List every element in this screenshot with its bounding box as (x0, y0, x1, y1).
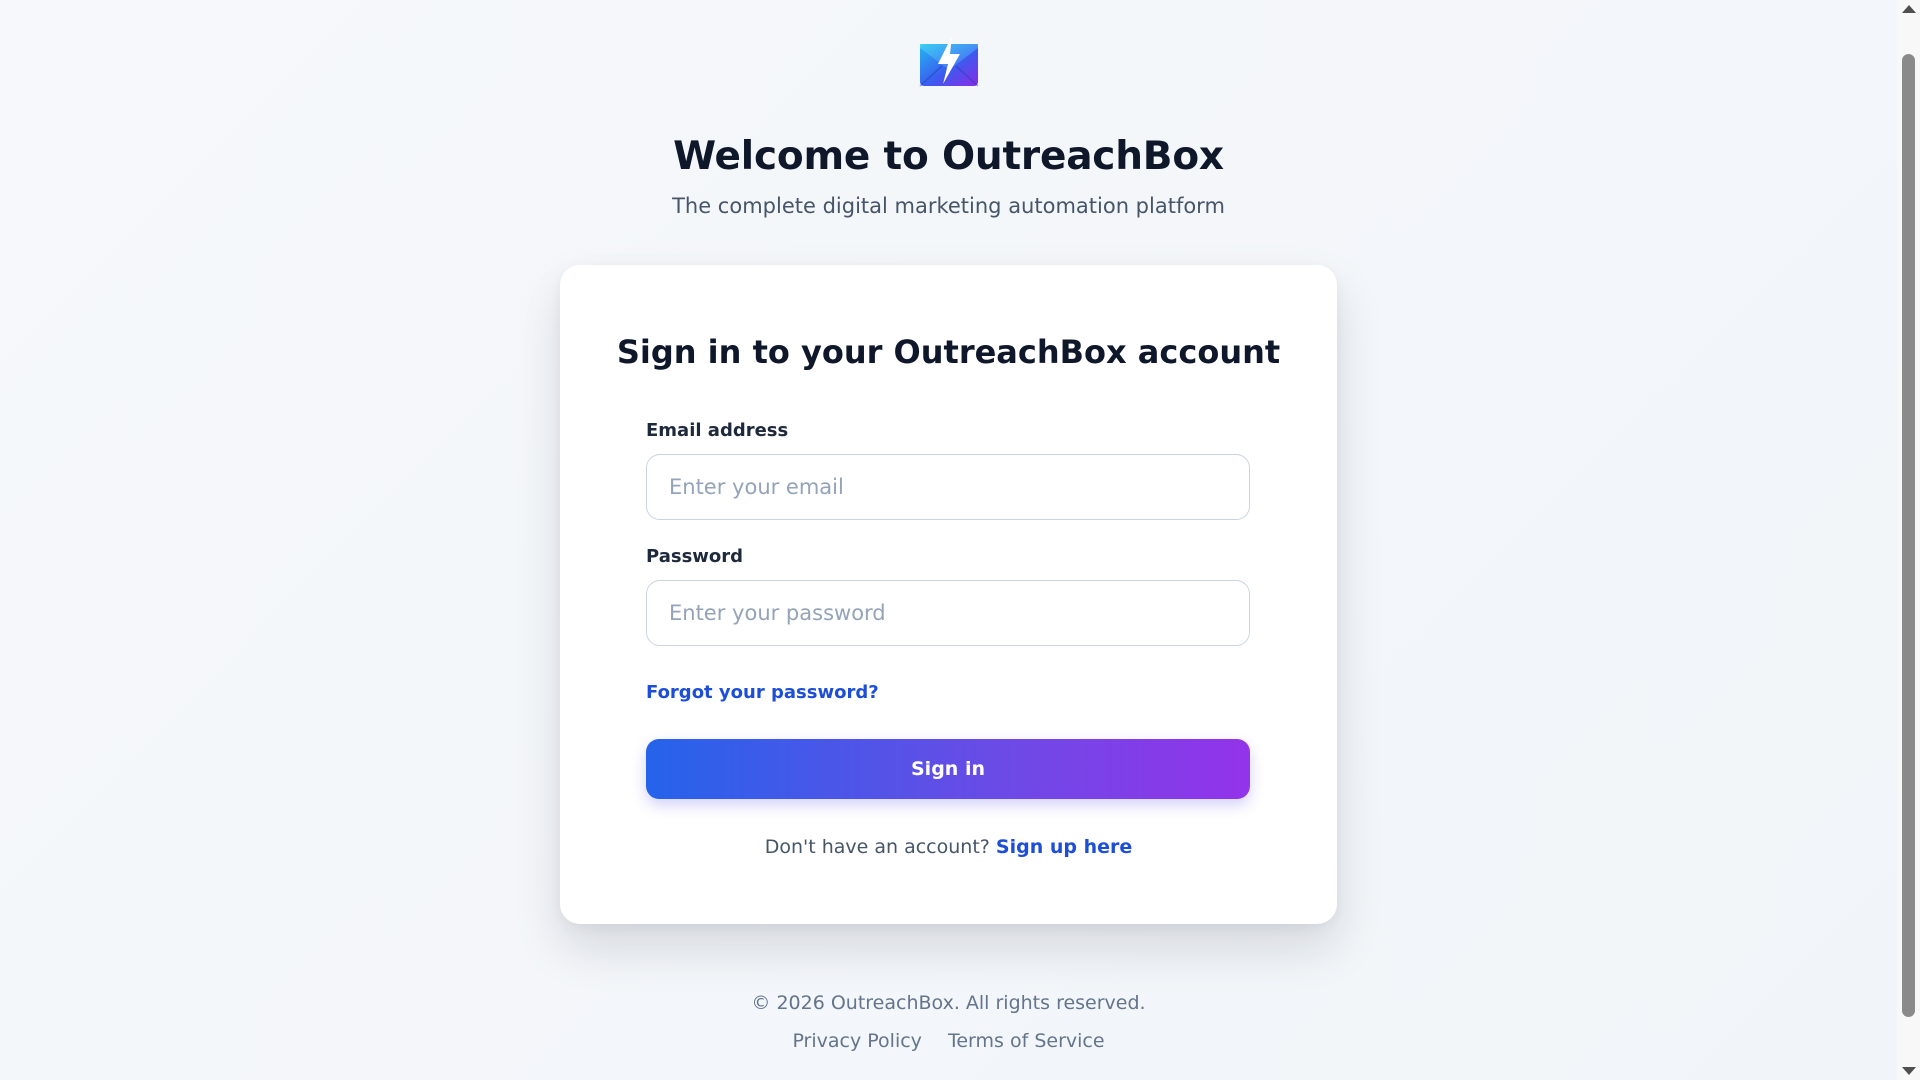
forgot-password-link[interactable]: Forgot your password? (646, 682, 879, 704)
signin-card-title: Sign in to your OutreachBox account (616, 333, 1281, 371)
envelope-lightning-icon (919, 36, 979, 87)
privacy-policy-link[interactable]: Privacy Policy (792, 1030, 921, 1052)
page-title: Welcome to OutreachBox (673, 134, 1224, 179)
email-label: Email address (646, 420, 789, 441)
password-label: Password (646, 546, 744, 567)
scroll-up-arrow-icon[interactable] (1902, 5, 1916, 13)
signin-button[interactable]: Sign in (646, 739, 1250, 799)
scrollbar-thumb[interactable] (1902, 54, 1915, 1017)
main-content: Welcome to OutreachBox The complete digi… (0, 0, 1897, 1080)
footer-links: Privacy Policy Terms of Service (0, 1029, 1897, 1053)
signup-prompt: Don't have an account? (764, 836, 990, 858)
vertical-scrollbar[interactable] (1897, 0, 1920, 1080)
email-field[interactable] (646, 454, 1250, 520)
password-field[interactable] (646, 580, 1250, 646)
scroll-down-arrow-icon[interactable] (1902, 1067, 1916, 1075)
signup-link[interactable]: Sign up here (996, 836, 1132, 858)
copyright-text: © 2026 OutreachBox. All rights reserved. (751, 992, 1146, 1014)
page-subtitle: The complete digital marketing automatio… (672, 194, 1225, 218)
signin-card: Sign in to your OutreachBox account Emai… (560, 265, 1337, 924)
signup-row: Don't have an account? Sign up here (560, 835, 1337, 859)
login-page: Welcome to OutreachBox The complete digi… (0, 0, 1920, 1080)
terms-of-service-link[interactable]: Terms of Service (948, 1030, 1105, 1052)
